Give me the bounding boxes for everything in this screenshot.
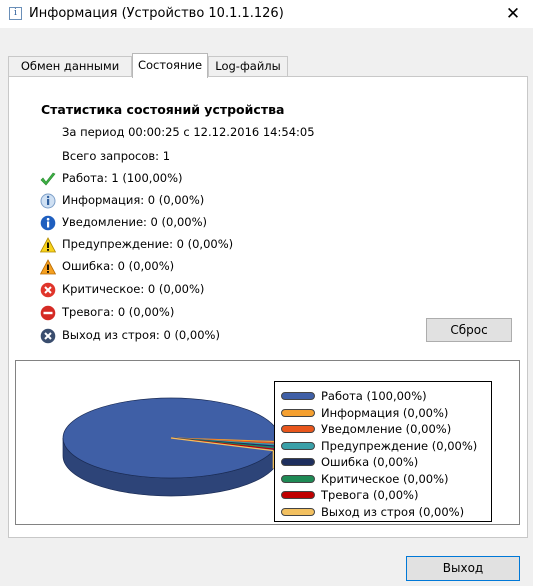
legend-label: Ошибка (0,00%) [321, 455, 419, 469]
window-client: Обмен данными Состояние Log-файлы Статис… [0, 0, 533, 586]
status-failure: Выход из строя: 0 (0,00%) [62, 328, 220, 342]
warning-yellow-icon [40, 237, 56, 253]
exit-button[interactable]: Выход [406, 556, 520, 581]
pie-chart [62, 397, 280, 497]
failure-x-icon [40, 328, 56, 344]
legend-label: Тревога (0,00%) [321, 488, 419, 502]
alarm-minus-icon [40, 305, 56, 321]
legend-swatch [281, 425, 315, 433]
stats-period: За период 00:00:25 с 12.12.2016 14:54:05 [62, 125, 315, 139]
legend-swatch [281, 491, 315, 499]
tab-state[interactable]: Состояние [132, 53, 208, 78]
chart-legend: Работа (100,00%) Информация (0,00%) Уведом… [274, 381, 492, 522]
status-work: Работа: 1 (100,00%) [62, 171, 183, 185]
legend-swatch [281, 392, 315, 400]
tab-log-files[interactable]: Log-файлы [208, 56, 288, 76]
info-circle-icon [40, 215, 56, 231]
legend-label: Работа (100,00%) [321, 389, 427, 403]
legend-swatch [281, 408, 315, 417]
legend-label: Выход из строя (0,00%) [321, 504, 465, 519]
status-warning: Предупреждение: 0 (0,00%) [62, 237, 234, 251]
stats-total-requests: Всего запросов: 1 [62, 149, 171, 163]
legend-swatch [281, 441, 315, 450]
legend-label: Предупреждение (0,00%) [321, 438, 478, 453]
legend-label: Критическое (0,00%) [321, 471, 449, 486]
tab-data-exchange[interactable]: Обмен данными [8, 56, 132, 76]
critical-x-icon [40, 282, 56, 298]
warning-orange-icon [40, 259, 56, 275]
status-notification: Уведомление: 0 (0,00%) [62, 215, 208, 229]
status-information: Информация: 0 (0,00%) [62, 193, 205, 207]
info-shield-icon [40, 193, 56, 209]
reset-button[interactable]: Сброс [426, 318, 512, 342]
legend-swatch [281, 458, 315, 466]
status-alarm: Тревога: 0 (0,00%) [62, 305, 175, 319]
status-error: Ошибка: 0 (0,00%) [62, 259, 175, 273]
legend-swatch [281, 507, 315, 516]
check-icon [40, 172, 56, 186]
status-critical: Критическое: 0 (0,00%) [62, 282, 205, 296]
legend-swatch [281, 474, 315, 483]
legend-label: Информация (0,00%) [321, 405, 449, 420]
stats-heading: Статистика состояний устройства [41, 102, 285, 117]
legend-label: Уведомление (0,00%) [321, 422, 452, 436]
